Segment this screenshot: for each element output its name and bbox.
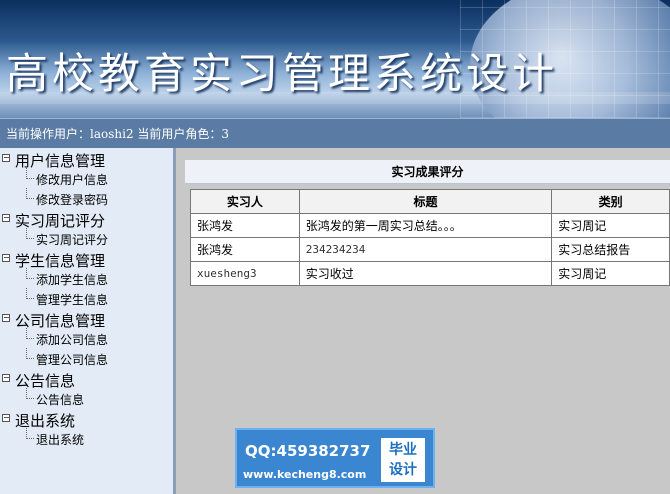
cell-category: 实习总结报告 — [551, 237, 670, 262]
menu-item-announcements[interactable]: 公告信息 — [0, 388, 173, 408]
tree-line — [26, 268, 34, 279]
table-row[interactable]: 张鸿发 234234234 实习总结报告 — [190, 237, 670, 262]
tree-line — [26, 168, 34, 179]
watermark-badge: 毕业 设计 — [381, 438, 425, 482]
cell-title[interactable]: 实习收过 — [298, 261, 553, 286]
menu-item-add-student[interactable]: 添加学生信息 — [0, 268, 173, 288]
cell-category: 实习周记 — [551, 261, 670, 286]
cell-category: 实习周记 — [551, 213, 670, 238]
menu-item-change-password[interactable]: 修改登录密码 — [0, 188, 173, 208]
column-header-category: 类别 — [551, 189, 670, 214]
badge-line2: 设计 — [389, 462, 417, 478]
cell-title[interactable]: 张鸿发的第一周实习总结。。。 — [298, 213, 553, 238]
cell-intern: xuesheng3 — [190, 261, 300, 286]
tree-line — [26, 388, 34, 399]
tree-line — [26, 328, 34, 339]
collapse-icon[interactable]: − — [2, 414, 10, 422]
column-header-title: 标题 — [298, 189, 553, 214]
menu-item-manage-students[interactable]: 管理学生信息 — [0, 288, 173, 308]
menu-item-manage-companies[interactable]: 管理公司信息 — [0, 348, 173, 368]
menu-group-weekly-score[interactable]: − 实习周记评分 — [0, 208, 173, 230]
table-header-row: 实习人 标题 类别 — [190, 189, 670, 214]
tree-line — [26, 428, 34, 439]
collapse-icon[interactable]: − — [2, 214, 10, 222]
system-title: 高校教育实习管理系统设计 — [6, 49, 559, 98]
menu-group-announcements[interactable]: − 公告信息 — [0, 368, 173, 390]
tree-line — [26, 348, 34, 359]
menu-item-edit-user-info[interactable]: 修改用户信息 — [0, 168, 173, 188]
cell-intern: 张鸿发 — [190, 237, 300, 262]
badge-line1: 毕业 — [389, 442, 417, 458]
menu-group-user-info[interactable]: − 用户信息管理 — [0, 148, 173, 170]
menu-group-company-info[interactable]: − 公司信息管理 — [0, 308, 173, 330]
collapse-icon[interactable]: − — [2, 314, 10, 322]
collapse-icon[interactable]: − — [2, 154, 10, 162]
panel-title: 实习成果评分 — [185, 160, 670, 184]
collapse-icon[interactable]: − — [2, 374, 10, 382]
table-row[interactable]: xuesheng3 实习收过 实习周记 — [190, 261, 670, 286]
menu-item-add-company[interactable]: 添加公司信息 — [0, 328, 173, 348]
tree-line — [26, 288, 34, 299]
watermark-url: www.kecheng8.com — [243, 468, 367, 481]
header-banner: 高校教育实习管理系统设计 — [0, 0, 670, 118]
cell-title[interactable]: 234234234 — [298, 237, 553, 262]
collapse-icon[interactable]: − — [2, 254, 10, 262]
menu-group-student-info[interactable]: − 学生信息管理 — [0, 248, 173, 270]
sidebar-menu: − 用户信息管理 修改用户信息 修改登录密码 − 实习周记评分 实习周记评分 − 学生… — [0, 148, 176, 494]
column-header-intern: 实习人 — [190, 189, 300, 214]
watermark-overlay: QQ:459382737 www.kecheng8.com 毕业 设计 — [235, 428, 435, 488]
tree-line — [26, 188, 34, 199]
menu-item-weekly-score[interactable]: 实习周记评分 — [0, 228, 173, 248]
current-user-bar: 当前操作用户：laoshi2 当前用户角色：3 — [0, 118, 670, 148]
menu-group-logout[interactable]: − 退出系统 — [0, 408, 173, 430]
cell-intern: 张鸿发 — [190, 213, 300, 238]
table-row[interactable]: 张鸿发 张鸿发的第一周实习总结。。。 实习周记 — [190, 213, 670, 238]
watermark-qq: QQ:459382737 — [245, 442, 371, 460]
tree-line — [26, 228, 34, 239]
menu-item-logout[interactable]: 退出系统 — [0, 428, 173, 448]
results-table: 实习人 标题 类别 张鸿发 张鸿发的第一周实习总结。。。 实习周记 张鸿发 23… — [190, 189, 670, 286]
